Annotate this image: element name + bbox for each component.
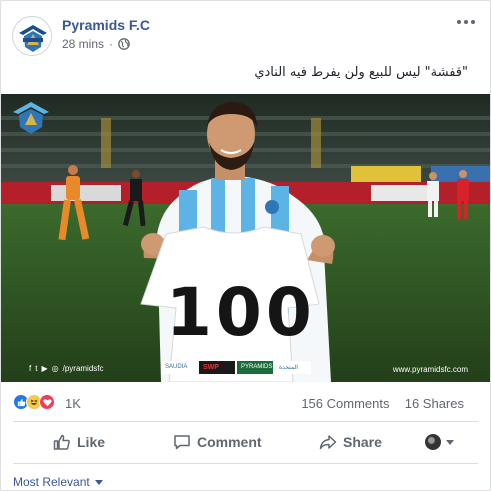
globe-icon[interactable] <box>118 38 130 50</box>
sponsor-saudia: SAUDIA <box>161 361 197 374</box>
sponsor-strip: SAUDIA SWP PYRAMIDS المتحدة <box>161 361 311 374</box>
divider <box>13 463 478 464</box>
post-header: Pyramids F.C 28 mins · <box>1 1 490 65</box>
shares-count-link[interactable]: 16 Shares <box>405 396 464 411</box>
chevron-down-icon <box>94 479 103 485</box>
comment-label: Comment <box>197 434 262 450</box>
photo-site-url: www.pyramidsfc.com <box>392 365 468 374</box>
engagement-counts: 156 Comments 16 Shares <box>301 396 464 411</box>
love-reaction-icon <box>39 394 55 410</box>
user-avatar <box>425 434 441 450</box>
sponsor-pyramids: PYRAMIDS <box>237 361 273 374</box>
page-avatar[interactable] <box>12 16 52 56</box>
like-button[interactable]: Like <box>53 425 105 459</box>
page-name-link[interactable]: Pyramids F.C <box>62 17 150 33</box>
comment-button[interactable]: Comment <box>173 425 262 459</box>
youtube-icon: ▶ <box>41 364 48 373</box>
share-label: Share <box>343 434 382 450</box>
comment-icon <box>174 435 190 450</box>
share-button[interactable]: Share <box>319 425 382 459</box>
twitter-icon: t <box>35 364 38 373</box>
sponsor-united: المتحدة <box>275 361 311 374</box>
comment-sort-dropdown[interactable]: Most Relevant <box>13 475 103 489</box>
jersey-number: 100 <box>166 274 316 351</box>
share-arrow-icon <box>319 435 337 450</box>
instagram-icon: ◎ <box>51 364 59 373</box>
reaction-icons[interactable] <box>13 394 55 410</box>
feed-post: Pyramids F.C 28 mins · "قفشة" ليس للبيع … <box>0 0 491 491</box>
reactions-bar: 1K 156 Comments 16 Shares <box>1 389 490 415</box>
social-strip: f t ▶ ◎ /pyramidsfc <box>29 364 104 373</box>
like-label: Like <box>77 434 106 450</box>
divider <box>13 421 478 422</box>
post-actions: Like Comment Share <box>1 425 490 459</box>
thumbs-up-icon <box>53 434 70 450</box>
dot-icon <box>471 20 475 24</box>
meta-separator: · <box>109 37 114 51</box>
comment-sort-label: Most Relevant <box>13 475 90 489</box>
audience-selector[interactable] <box>425 434 454 450</box>
sponsor-swp: SWP <box>199 361 235 374</box>
pyramids-watermark-icon <box>13 102 49 134</box>
facebook-icon: f <box>29 364 32 373</box>
post-photo[interactable]: 100 SAUDIA SWP PYRAMIDS المتحدة <box>1 94 490 382</box>
more-options-button[interactable] <box>454 15 478 29</box>
chevron-down-icon <box>446 439 454 445</box>
timestamp[interactable]: 28 mins <box>62 37 104 51</box>
dot-icon <box>464 20 468 24</box>
reaction-count[interactable]: 1K <box>65 396 81 411</box>
post-text: "قفشة" ليس للبيع ولن يفرط فيه النادي <box>254 65 468 80</box>
pyramids-logo-icon <box>14 18 51 55</box>
post-meta: 28 mins · <box>62 37 130 51</box>
dot-icon <box>457 20 461 24</box>
comments-count-link[interactable]: 156 Comments <box>301 396 389 411</box>
social-handle: /pyramidsfc <box>62 364 104 373</box>
